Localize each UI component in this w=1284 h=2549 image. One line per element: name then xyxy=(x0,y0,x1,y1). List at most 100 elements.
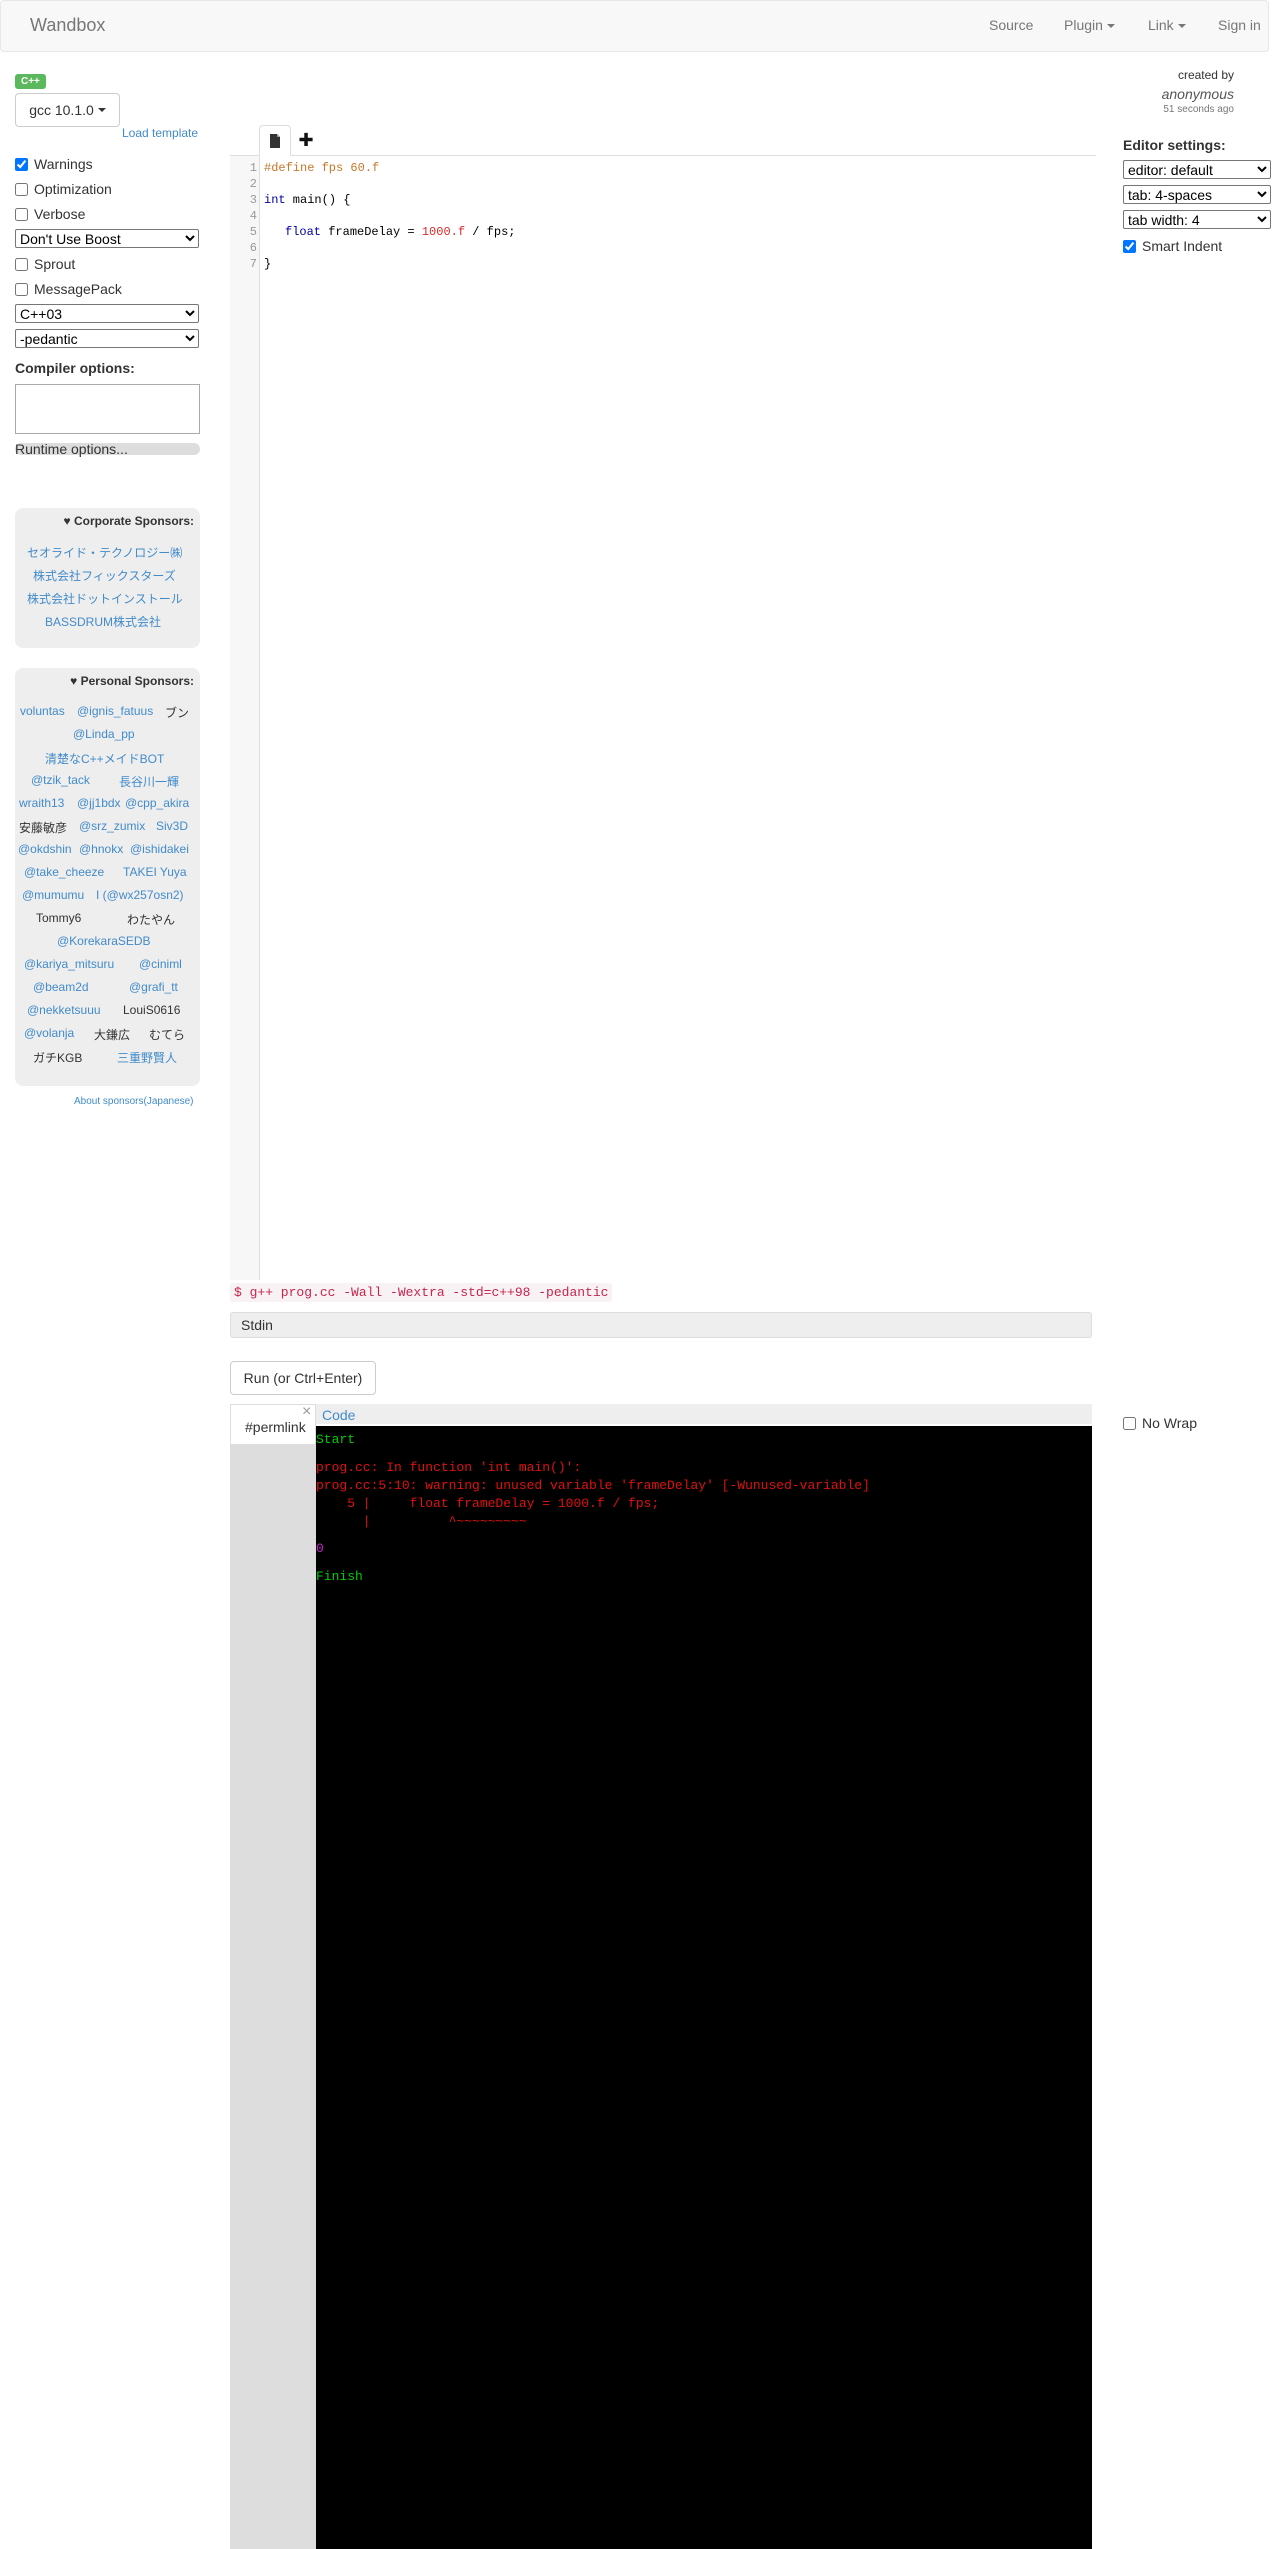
std-select[interactable]: C++03 xyxy=(15,304,199,323)
sponsor-link[interactable]: @grafi_tt xyxy=(129,980,178,994)
corporate-sponsors-panel: ♥ Corporate Sponsors: セオライド・テクノロジー㈱ 株式会社… xyxy=(15,508,200,648)
warnings-checkbox[interactable] xyxy=(15,157,28,171)
code-token: main() { xyxy=(285,193,351,207)
sponsor-link[interactable]: 株式会社ドットインストール xyxy=(27,590,183,607)
sponsor-link[interactable]: wraith13 xyxy=(19,796,64,810)
sponsor-name: Tommy6 xyxy=(36,911,82,925)
output-finish: Finish xyxy=(316,1569,363,1584)
nav-plugin-dropdown[interactable]: Plugin xyxy=(1064,17,1115,33)
line-number: 7 xyxy=(249,257,257,271)
compiler-options-input[interactable] xyxy=(15,384,200,434)
nav-link-dropdown[interactable]: Link xyxy=(1148,17,1186,33)
sprout-checkbox[interactable] xyxy=(15,257,28,271)
code-line-5: float frameDelay = 1000.f / fps; xyxy=(285,225,515,239)
sponsor-link[interactable]: 清楚なC++メイドBOT xyxy=(45,750,164,767)
tab-type-select[interactable]: tab: 4-spaces xyxy=(1123,185,1271,204)
msgpack-label: MessagePack xyxy=(34,281,122,297)
sponsor-name: 安藤敏彦 xyxy=(19,821,68,835)
sponsor-link[interactable]: @cpp_akira xyxy=(125,796,189,810)
language-badge[interactable]: C++ xyxy=(15,74,46,89)
sponsor-link[interactable]: 長谷川一輝 xyxy=(119,773,179,790)
sponsor-link[interactable]: @KorekaraSEDB xyxy=(57,934,151,948)
smart-indent-checkbox[interactable] xyxy=(1123,239,1136,253)
code-editor[interactable] xyxy=(260,156,1096,1280)
optimization-option[interactable]: Optimization xyxy=(15,179,112,199)
brand-logo[interactable]: Wandbox xyxy=(30,15,105,36)
verbose-option[interactable]: Verbose xyxy=(15,204,85,224)
file-tab[interactable] xyxy=(259,125,291,156)
output-line: 5 | float frameDelay = 1000.f / fps; xyxy=(316,1496,660,1511)
sponsor-link[interactable]: @hnokx xyxy=(79,842,123,856)
about-sponsors-link[interactable]: About sponsors(Japanese) xyxy=(74,1096,194,1107)
sponsor-link[interactable]: BASSDRUM株式会社 xyxy=(45,613,161,630)
warnings-option[interactable]: Warnings xyxy=(15,154,93,174)
chevron-down-icon xyxy=(1177,24,1186,29)
optimization-checkbox[interactable] xyxy=(15,182,28,196)
warnings-label: Warnings xyxy=(34,156,93,172)
code-line-7: } xyxy=(264,257,272,271)
code-token: / fps; xyxy=(465,225,516,239)
sponsor-link[interactable]: TAKEI Yuya xyxy=(123,865,187,879)
code-tab-link[interactable]: Code xyxy=(322,1407,355,1423)
msgpack-checkbox[interactable] xyxy=(15,282,28,296)
nav-source-link[interactable]: Source xyxy=(989,17,1033,33)
sponsor-name: わたやん xyxy=(127,913,176,927)
sponsor-link[interactable]: @Linda_pp xyxy=(73,727,135,741)
personal-sponsors-title-text: Personal Sponsors: xyxy=(77,674,194,688)
verbose-checkbox[interactable] xyxy=(15,207,28,221)
load-template-link[interactable]: Load template xyxy=(122,126,198,140)
sponsor-link[interactable]: voluntas xyxy=(20,704,65,718)
compiler-select-button[interactable]: gcc 10.1.0 xyxy=(15,93,120,127)
sponsor-link[interactable]: @mumumu xyxy=(22,888,84,902)
sponsor-link[interactable]: 三重野賢人 xyxy=(117,1049,177,1066)
code-token: float xyxy=(285,225,322,239)
line-number: 6 xyxy=(249,241,257,255)
sponsor-link[interactable]: @jj1bdx xyxy=(77,796,121,810)
author-name: anonymous xyxy=(1161,86,1234,102)
boost-select[interactable]: Don't Use Boost xyxy=(15,229,199,248)
sponsor-link[interactable]: Siv3D xyxy=(156,819,188,833)
smart-indent-label: Smart Indent xyxy=(1142,238,1223,254)
sign-in-link[interactable]: Sign in xyxy=(1218,17,1261,33)
sponsor-link[interactable]: @kariya_mitsuru xyxy=(24,957,114,971)
sponsor-link[interactable]: @ciniml xyxy=(139,957,182,971)
tab-width-select[interactable]: tab width: 4 xyxy=(1123,210,1271,229)
sponsor-link[interactable]: セオライド・テクノロジー㈱ xyxy=(27,544,182,561)
sponsor-name: 大鎌広 xyxy=(94,1028,131,1042)
close-icon[interactable]: × xyxy=(302,1403,311,1421)
sponsor-link[interactable]: @nekketsuuu xyxy=(27,1003,101,1017)
sponsor-link[interactable]: I (@wx257osn2) xyxy=(96,888,184,902)
runtime-options-toggle[interactable]: Runtime options... xyxy=(15,442,200,456)
output-gutter xyxy=(230,1444,316,2549)
pedantic-select[interactable]: -pedantic xyxy=(15,329,199,348)
editor-tab-bar xyxy=(230,124,1096,156)
sponsor-link[interactable]: @srz_zumix xyxy=(79,819,145,833)
no-wrap-option[interactable]: No Wrap xyxy=(1123,1413,1197,1433)
compiler-options-label: Compiler options: xyxy=(15,360,135,376)
no-wrap-checkbox[interactable] xyxy=(1123,1416,1136,1430)
created-time: 51 seconds ago xyxy=(1163,104,1234,115)
add-tab-button[interactable]: ✚ xyxy=(296,127,316,153)
stdin-toggle[interactable]: Stdin xyxy=(230,1312,1092,1338)
nav-link-label: Link xyxy=(1148,17,1174,33)
sponsor-link[interactable]: @beam2d xyxy=(33,980,89,994)
sponsor-name: ブン xyxy=(165,706,190,720)
editor-mode-select[interactable]: editor: default xyxy=(1123,160,1271,179)
sponsor-link[interactable]: @volanja xyxy=(24,1026,74,1040)
output-line: prog.cc: In function 'int main()': xyxy=(316,1460,582,1475)
smart-indent-option[interactable]: Smart Indent xyxy=(1123,236,1222,256)
sponsor-link[interactable]: @ishidakei xyxy=(130,842,189,856)
sponsor-link[interactable]: @ignis_fatuus xyxy=(77,704,153,718)
sprout-option[interactable]: Sprout xyxy=(15,254,75,274)
msgpack-option[interactable]: MessagePack xyxy=(15,279,122,299)
corporate-sponsors-title-text: Corporate Sponsors: xyxy=(70,514,194,528)
code-line-1: #define fps 60.f xyxy=(264,161,380,175)
sponsor-name: ガチKGB xyxy=(33,1051,83,1065)
compiler-select-label: gcc 10.1.0 xyxy=(29,102,94,118)
sponsor-link[interactable]: @tzik_tack xyxy=(31,773,90,787)
sponsor-link[interactable]: @okdshin xyxy=(18,842,72,856)
sponsor-link[interactable]: 株式会社フィックスターズ xyxy=(33,567,176,584)
chevron-down-icon xyxy=(97,108,106,112)
sponsor-link[interactable]: @take_cheeze xyxy=(24,865,104,879)
run-button[interactable]: Run (or Ctrl+Enter) xyxy=(230,1361,376,1395)
